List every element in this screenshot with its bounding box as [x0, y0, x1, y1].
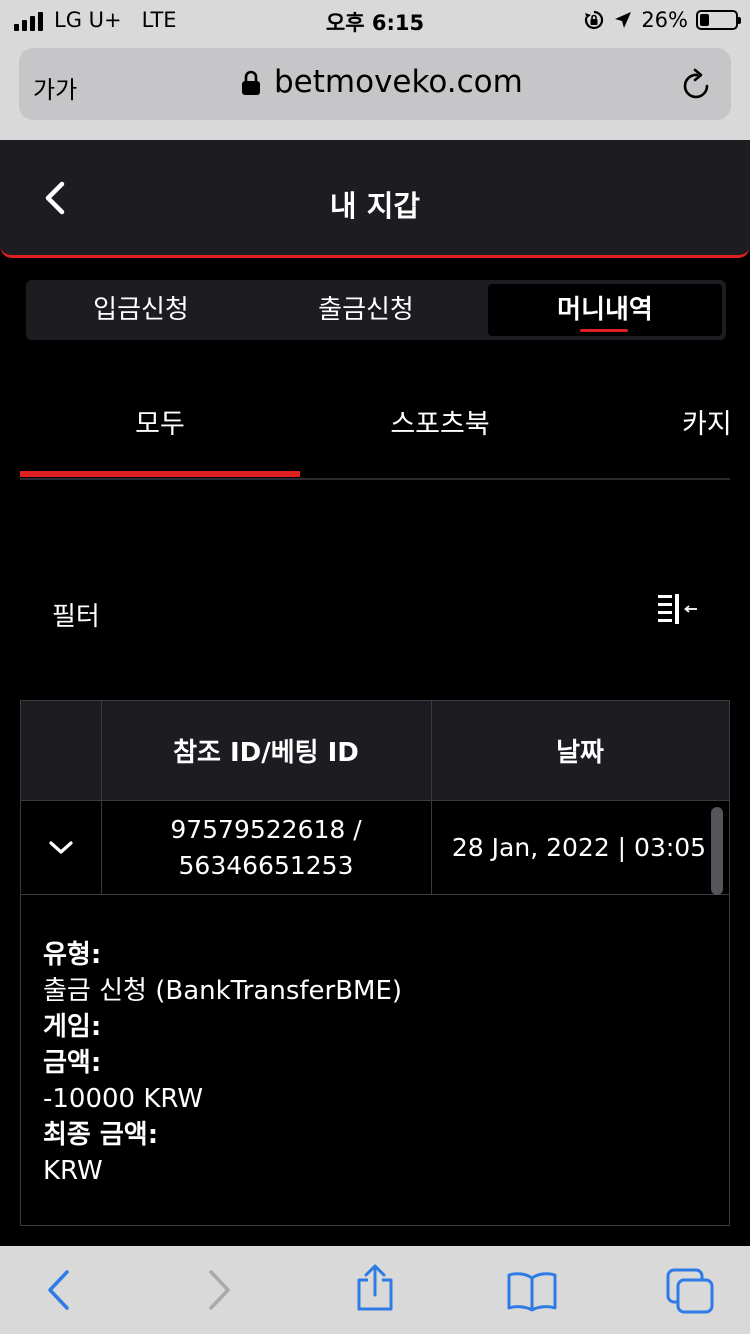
status-bar: LG U+ LTE 오후 6:15 26% — [0, 0, 750, 40]
active-tab-underline — [580, 329, 628, 332]
category-active-indicator — [20, 471, 300, 477]
wallet-tabs: 입금신청 출금신청 머니내역 — [26, 280, 726, 340]
tabs-icon[interactable] — [666, 1268, 714, 1314]
address-bar[interactable]: 가가 betmoveko.com — [19, 48, 731, 120]
reload-icon[interactable] — [681, 68, 713, 102]
detail-amount-label: 금액: — [43, 1048, 102, 1078]
category-tab-casino[interactable]: 카지 — [682, 402, 732, 441]
page-title: 내 지갑 — [329, 189, 421, 223]
tab-deposit[interactable]: 입금신청 — [26, 280, 256, 340]
rotation-lock-icon — [585, 10, 604, 30]
filter-toggle-icon[interactable] — [656, 592, 700, 628]
detail-game-label: 게임: — [43, 1012, 102, 1042]
ref-id: 97579522618 / — [170, 814, 362, 844]
browser-toolbar — [0, 1246, 750, 1334]
back-icon[interactable] — [44, 1268, 74, 1312]
battery-percent: 26% — [641, 8, 688, 32]
detail-type-value: 출금 신청 (BankTransferBME) — [43, 976, 403, 1006]
category-divider — [20, 478, 730, 480]
bookmarks-icon[interactable] — [506, 1270, 558, 1312]
row-expand-toggle[interactable] — [21, 801, 101, 894]
ref-id-cell: 97579522618 / 56346651253 — [101, 801, 431, 894]
status-right: 26% — [583, 8, 741, 32]
history-table: 참조 ID/베팅 ID 날짜 97579522618 / 56346651253… — [20, 700, 730, 1226]
forward-icon[interactable] — [204, 1268, 234, 1312]
tab-money-history-label: 머니내역 — [557, 295, 653, 325]
bet-id: 56346651253 — [178, 850, 354, 880]
scrollbar[interactable] — [711, 807, 723, 895]
tab-money-history[interactable]: 머니내역 — [488, 284, 722, 336]
row-details: 유형: 출금 신청 (BankTransferBME) 게임: 금액: -100… — [43, 937, 402, 1189]
category-tab-all[interactable]: 모두 — [20, 402, 300, 441]
filter-label: 필터 — [52, 602, 100, 632]
lock-icon — [242, 70, 260, 95]
page-header: 내 지갑 — [0, 140, 750, 258]
date-cell: 28 Jan, 2022 | 03:05 — [451, 832, 707, 862]
tab-withdraw[interactable]: 출금신청 — [251, 280, 481, 340]
location-arrow-icon — [615, 12, 632, 28]
table-row[interactable]: 97579522618 / 56346651253 28 Jan, 2022 |… — [21, 801, 729, 895]
detail-type-label: 유형: — [43, 940, 102, 970]
text-size-button[interactable]: 가가 — [33, 70, 77, 105]
chevron-down-icon — [49, 840, 73, 854]
detail-final-label: 최종 금액: — [43, 1120, 159, 1150]
table-header-ref-id: 참조 ID/베팅 ID — [101, 701, 431, 801]
url-domain: betmoveko.com — [274, 64, 523, 100]
battery-icon — [696, 10, 741, 30]
category-tab-sportsbook[interactable]: 스포츠북 — [300, 402, 580, 441]
share-icon[interactable] — [354, 1264, 396, 1312]
table-header-toggle — [21, 701, 101, 801]
detail-final-value: KRW — [43, 1156, 103, 1186]
table-header-date: 날짜 — [431, 701, 729, 801]
detail-amount-value: -10000 KRW — [43, 1084, 204, 1114]
